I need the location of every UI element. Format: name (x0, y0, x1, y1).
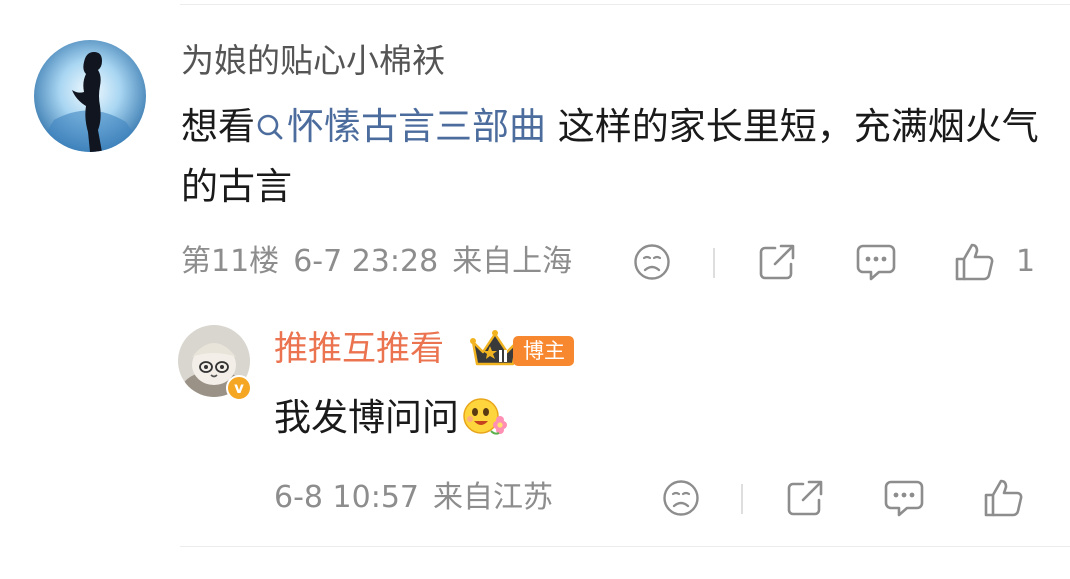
search-icon (255, 100, 285, 140)
comment-icon[interactable] (883, 478, 925, 518)
share-icon[interactable] (757, 242, 797, 282)
topic-label: 怀愫古言三部曲 (287, 105, 546, 148)
share-icon[interactable] (785, 478, 825, 518)
reply-timestamp: 6-8 10:57 (274, 480, 419, 515)
reply-meta: 6-8 10:57 来自江苏 (274, 476, 567, 520)
flower-emoji-icon (461, 393, 507, 439)
comment-username[interactable]: 为娘的贴心小棉袄 (181, 40, 445, 82)
dislike-icon[interactable] (662, 479, 700, 517)
divider (180, 4, 1070, 5)
separator (713, 248, 715, 278)
comment-thread: 为娘的贴心小棉袄 想看 怀愫古言三部曲 这样的家长里短，充满烟火气的古言 第11楼… (0, 0, 1070, 579)
reply-text-content: 我发博问问 (274, 396, 459, 439)
divider (180, 546, 1070, 547)
topic-link[interactable]: 怀愫古言三部曲 (255, 105, 546, 148)
timestamp: 6-7 23:28 (293, 244, 439, 279)
location: 来自上海 (452, 244, 573, 279)
reply-text: 我发博问问 (274, 390, 507, 446)
like-icon[interactable] (953, 241, 995, 283)
like-count: 1 (1016, 244, 1036, 279)
dislike-icon[interactable] (633, 243, 671, 281)
avatar[interactable] (34, 40, 146, 152)
reply-location: 来自江苏 (433, 480, 553, 515)
comment-text-before: 想看 (181, 105, 255, 148)
reply-avatar[interactable]: v (178, 325, 252, 401)
reply-username[interactable]: 推推互推看 (274, 326, 444, 372)
author-tag: 博主 (513, 336, 574, 366)
floor-label: 第11楼 (181, 244, 280, 279)
comment-meta: 第11楼 6-7 23:28 来自上海 (181, 240, 586, 284)
comment-icon[interactable] (855, 242, 897, 282)
separator (741, 484, 743, 514)
like-icon[interactable] (982, 477, 1024, 519)
comment-text: 想看 怀愫古言三部曲 这样的家长里短，充满烟火气的古言 (181, 97, 1051, 217)
vip-badge: v (226, 375, 252, 401)
